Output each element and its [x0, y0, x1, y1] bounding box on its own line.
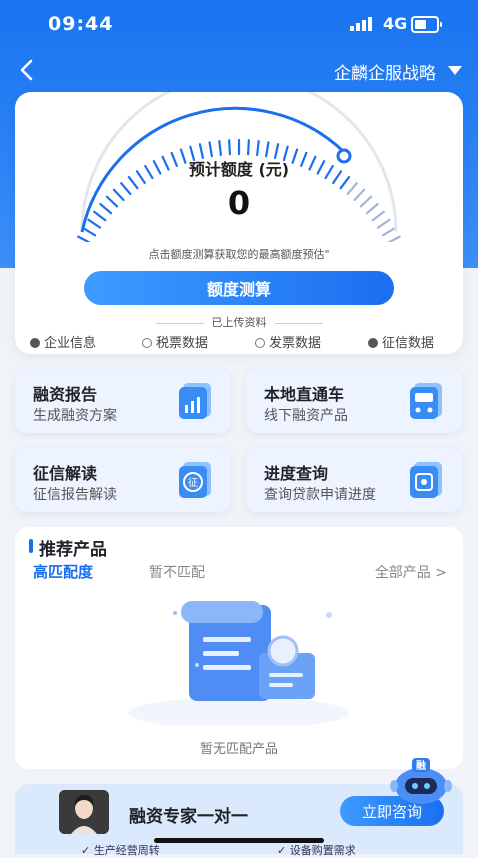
robot-assistant-icon[interactable]: 融 — [388, 756, 454, 806]
quota-hint: 点击额度测算获取您的最高额度预估" — [148, 248, 330, 261]
back-arrow-icon[interactable] — [16, 58, 38, 82]
gauge-tick — [381, 226, 396, 237]
svg-text:征: 征 — [188, 477, 198, 489]
credit-doc-icon: 征 — [179, 462, 211, 498]
tile-credit-interpret[interactable]: 征信解读 征信报告解读 征 — [15, 448, 231, 512]
quota-card: 预计额度 (元) 0 点击额度测算获取您的最高额度预估" 额度测算 已上传资料 … — [15, 92, 463, 354]
tile-title: 征信解读 — [33, 464, 98, 483]
gauge-tick — [265, 141, 270, 158]
uploaded-label: 已上传资料 — [15, 314, 463, 330]
check-invoice-data[interactable]: 发票数据 — [255, 332, 321, 351]
expert-avatar — [59, 790, 109, 834]
enterprise-selector[interactable]: 企麟企服战略 — [334, 59, 436, 84]
recommend-section: 推荐产品 高匹配度 暂不匹配 全部产品 > 暂无匹配产品 — [15, 527, 463, 769]
signal-icon — [350, 17, 372, 31]
quota-value: 0 — [227, 184, 251, 222]
expert-label: 融资专家一对一 — [129, 807, 248, 827]
gauge-tick — [82, 226, 97, 237]
check-credit-data[interactable]: 征信数据 — [368, 332, 434, 351]
tile-subtitle: 查询贷款申请进度 — [264, 487, 376, 503]
check-label: 税票数据 — [156, 336, 209, 351]
status-time: 09:44 — [48, 13, 114, 35]
battery-icon — [411, 16, 442, 33]
home-indicator — [154, 838, 324, 843]
progress-search-icon — [410, 462, 442, 498]
check-icon — [142, 338, 152, 348]
tile-subtitle: 征信报告解读 — [33, 487, 117, 503]
all-products-link[interactable]: 全部产品 > — [375, 562, 447, 582]
quota-title: 预计额度 (元) — [188, 160, 290, 179]
recommend-title: 推荐产品 — [39, 540, 107, 560]
nav-bar: 企麟企服战略 — [0, 52, 478, 88]
gauge-tick — [387, 235, 401, 242]
tile-title: 融资报告 — [33, 385, 98, 404]
gauge-tick — [77, 235, 91, 242]
check-icon — [255, 338, 265, 348]
expert-tag-left: ✓ 生产经营周转 — [81, 844, 160, 857]
check-label: 发票数据 — [269, 336, 322, 351]
tile-local-express[interactable]: 本地直通车 线下融资产品 — [246, 369, 462, 433]
empty-document-illustration — [129, 601, 349, 725]
tile-title: 本地直通车 — [264, 385, 345, 404]
gauge-tick — [228, 139, 232, 156]
tile-subtitle: 生成融资方案 — [33, 408, 117, 424]
expert-tag-right: ✓ 设备购置需求 — [277, 844, 356, 857]
check-label: 企业信息 — [44, 336, 97, 351]
gauge-tick — [218, 139, 222, 157]
gauge-tick — [256, 139, 260, 157]
check-icon — [368, 338, 378, 348]
quota-calc-button[interactable]: 额度测算 — [84, 271, 394, 305]
section-accent-bar — [29, 539, 33, 553]
check-enterprise-info[interactable]: 企业信息 — [30, 332, 96, 351]
network-type: 4G — [383, 14, 408, 33]
tile-progress-query[interactable]: 进度查询 查询贷款申请进度 — [246, 448, 462, 512]
tile-title: 进度查询 — [264, 464, 329, 483]
tab-no-match[interactable]: 暂不匹配 — [149, 562, 205, 582]
check-icon — [30, 338, 40, 348]
check-label: 征信数据 — [382, 336, 435, 351]
gauge-tick — [246, 139, 250, 156]
data-source-checks: 企业信息 税票数据 发票数据 征信数据 — [30, 332, 450, 351]
status-bar: 09:44 4G — [0, 0, 478, 48]
chevron-down-icon[interactable] — [448, 66, 462, 75]
report-chart-icon — [179, 383, 211, 419]
empty-message: 暂无匹配产品 — [199, 742, 278, 757]
gauge-tick — [208, 141, 213, 158]
bus-icon — [410, 383, 442, 419]
tab-high-match[interactable]: 高匹配度 — [33, 561, 93, 582]
tile-financing-report[interactable]: 融资报告 生成融资方案 — [15, 369, 231, 433]
robot-label: 融 — [416, 759, 426, 772]
tile-subtitle: 线下融资产品 — [264, 408, 348, 424]
check-tax-data[interactable]: 税票数据 — [142, 332, 208, 351]
